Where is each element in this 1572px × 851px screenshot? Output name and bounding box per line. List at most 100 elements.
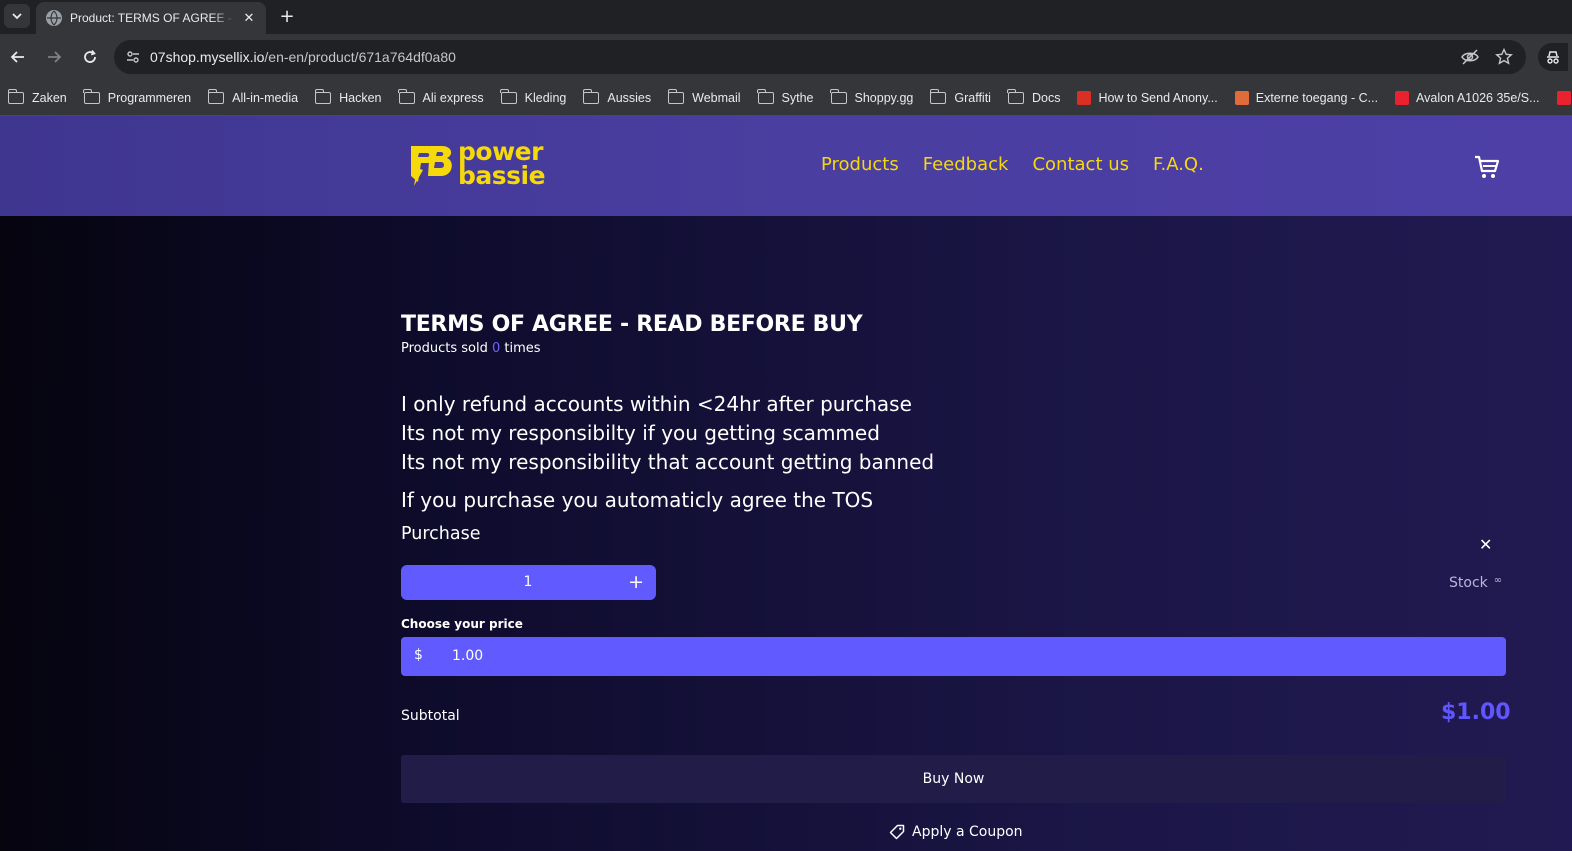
product-description: I only refund accounts within <24hr afte…: [401, 390, 934, 515]
folder-icon: [207, 88, 225, 104]
folder-icon: [1007, 88, 1024, 104]
bookmark-item[interactable]: Aussies: [582, 88, 652, 105]
nav-products[interactable]: Products: [821, 154, 899, 175]
quantity-stepper[interactable]: 1 +: [401, 565, 656, 600]
nav-contact-us[interactable]: Contact us: [1032, 154, 1129, 175]
page-content: power bassie Products Feedback Contact u…: [0, 116, 1572, 851]
folder-icon: [757, 88, 774, 104]
description-line: Its not my responsibilty if you getting …: [401, 421, 880, 445]
quantity-value[interactable]: 1: [401, 565, 656, 600]
cart-icon[interactable]: [1474, 154, 1500, 180]
favicon-icon: [1556, 90, 1571, 105]
bookmark-label: All-in-media: [232, 90, 299, 105]
eye-off-icon[interactable]: [1460, 47, 1480, 67]
folder-icon: [314, 88, 332, 104]
forward-button[interactable]: [42, 45, 66, 69]
bookmark-label: How to Send Anony...: [1098, 90, 1218, 105]
sold-suffix: times: [504, 341, 541, 356]
favicon-icon: [1077, 90, 1092, 105]
site-logo[interactable]: power bassie: [408, 139, 546, 190]
close-tab-icon[interactable]: ✕: [240, 9, 258, 27]
buy-now-button[interactable]: Buy Now: [401, 755, 1506, 803]
favicon-icon: [1234, 90, 1249, 105]
price-value[interactable]: 1.00: [452, 648, 483, 664]
bookmark-item[interactable]: Andr: [1556, 90, 1572, 105]
folder-icon: [929, 88, 947, 104]
stock-label: Stock: [1449, 575, 1488, 591]
address-bar[interactable]: 07shop.mysellix.io/en-en/product/671a764…: [114, 40, 1526, 74]
plus-icon[interactable]: +: [628, 571, 644, 593]
reload-icon: [84, 49, 96, 63]
bookmark-label: Shoppy.gg: [854, 90, 914, 105]
globe-icon: [46, 10, 62, 26]
bookmark-item[interactable]: Externe toegang - C...: [1234, 90, 1378, 105]
bookmark-label: Avalon A1026 35e/S...: [1416, 90, 1540, 105]
choose-price-label: Choose your price: [401, 617, 523, 631]
product-title: TERMS OF AGREE - READ BEFORE BUY: [401, 312, 863, 337]
purchase-heading: Purchase: [401, 524, 481, 544]
arrow-right-icon: [48, 51, 62, 63]
sold-count: 0: [492, 341, 501, 356]
sold-prefix: Products sold: [401, 341, 488, 356]
bookmark-item[interactable]: Hacken: [314, 88, 382, 105]
logo-line2: bassie: [458, 161, 546, 190]
bookmark-item[interactable]: Ali express: [398, 88, 484, 105]
bookmark-item[interactable]: How to Send Anony...: [1077, 90, 1218, 105]
bookmark-label: Graffiti: [954, 90, 991, 105]
products-sold: Products sold 0 times: [401, 341, 541, 356]
folder-icon: [500, 88, 517, 104]
nav-faq[interactable]: F.A.Q.: [1153, 154, 1204, 175]
close-icon[interactable]: ✕: [1479, 535, 1492, 554]
bookmark-item[interactable]: Avalon A1026 35e/S...: [1395, 90, 1540, 105]
coupon-label: Apply a Coupon: [912, 824, 1023, 840]
tab-title: Product: TERMS OF AGREE - READ BEFORE BU…: [70, 11, 236, 25]
browser-tab-active[interactable]: Product: TERMS OF AGREE - READ BEFORE BU…: [36, 2, 266, 34]
browser-tabbar: Product: TERMS OF AGREE - READ BEFORE BU…: [0, 0, 1572, 34]
bookmark-item[interactable]: All-in-media: [207, 88, 299, 105]
bookmark-item[interactable]: Kleding: [500, 88, 567, 105]
bookmark-item[interactable]: Programmeren: [83, 88, 191, 105]
incognito-icon: [1547, 51, 1559, 64]
bookmark-item[interactable]: Sythe: [757, 88, 814, 105]
bookmark-label: Aussies: [607, 90, 652, 105]
description-line: Its not my responsibility that account g…: [401, 450, 935, 474]
description-line: I only refund accounts within <24hr afte…: [401, 392, 912, 416]
bookmark-label: Kleding: [524, 90, 567, 105]
site-header: power bassie Products Feedback Contact u…: [0, 116, 1572, 216]
bookmark-label: Docs: [1031, 90, 1061, 105]
tab-search-button[interactable]: [4, 4, 30, 28]
url-path: /en-en/product/671a764df0a80: [264, 49, 456, 65]
nav-feedback[interactable]: Feedback: [923, 154, 1009, 175]
infinity-icon: ∞: [1493, 575, 1503, 586]
bookmark-item[interactable]: Zaken: [7, 88, 67, 105]
star-bookmark-icon[interactable]: [1494, 47, 1514, 67]
omnibox-actions: [1460, 47, 1514, 67]
bookmark-item[interactable]: Graffiti: [929, 88, 991, 105]
bookmark-label: Sythe: [781, 90, 814, 105]
price-input[interactable]: $ 1.00: [401, 637, 1506, 676]
bookmark-item[interactable]: Webmail: [667, 88, 741, 105]
url-host: 07shop.mysellix.io: [150, 49, 265, 65]
folder-icon: [7, 88, 24, 104]
currency-symbol: $: [414, 647, 423, 663]
tag-icon: [889, 824, 905, 840]
extension-button[interactable]: [1538, 43, 1568, 71]
apply-coupon-link[interactable]: Apply a Coupon: [889, 824, 1023, 840]
bookmarks-bar: Zaken Programmeren All-in-media Hacken Ali e…: [0, 80, 1572, 116]
back-button[interactable]: [6, 45, 30, 69]
folder-icon: [667, 88, 685, 104]
browser-toolbar: 07shop.mysellix.io/en-en/product/671a764…: [0, 34, 1572, 80]
folder-icon: [582, 88, 600, 104]
bookmark-item[interactable]: Docs: [1007, 88, 1061, 105]
stock-indicator: Stock ∞: [1449, 575, 1502, 591]
bookmark-item[interactable]: Shoppy.gg: [830, 88, 914, 105]
bookmark-label: Webmail: [692, 90, 741, 105]
reload-button[interactable]: [78, 45, 102, 69]
main-nav: Products Feedback Contact us F.A.Q.: [821, 154, 1204, 175]
description-line: If you purchase you automaticly agree th…: [401, 488, 874, 512]
new-tab-button[interactable]: +: [276, 5, 298, 27]
site-info-icon[interactable]: [122, 46, 144, 68]
folder-icon: [830, 88, 847, 104]
url-text: 07shop.mysellix.io/en-en/product/671a764…: [150, 49, 456, 65]
bookmark-label: Zaken: [32, 90, 67, 105]
